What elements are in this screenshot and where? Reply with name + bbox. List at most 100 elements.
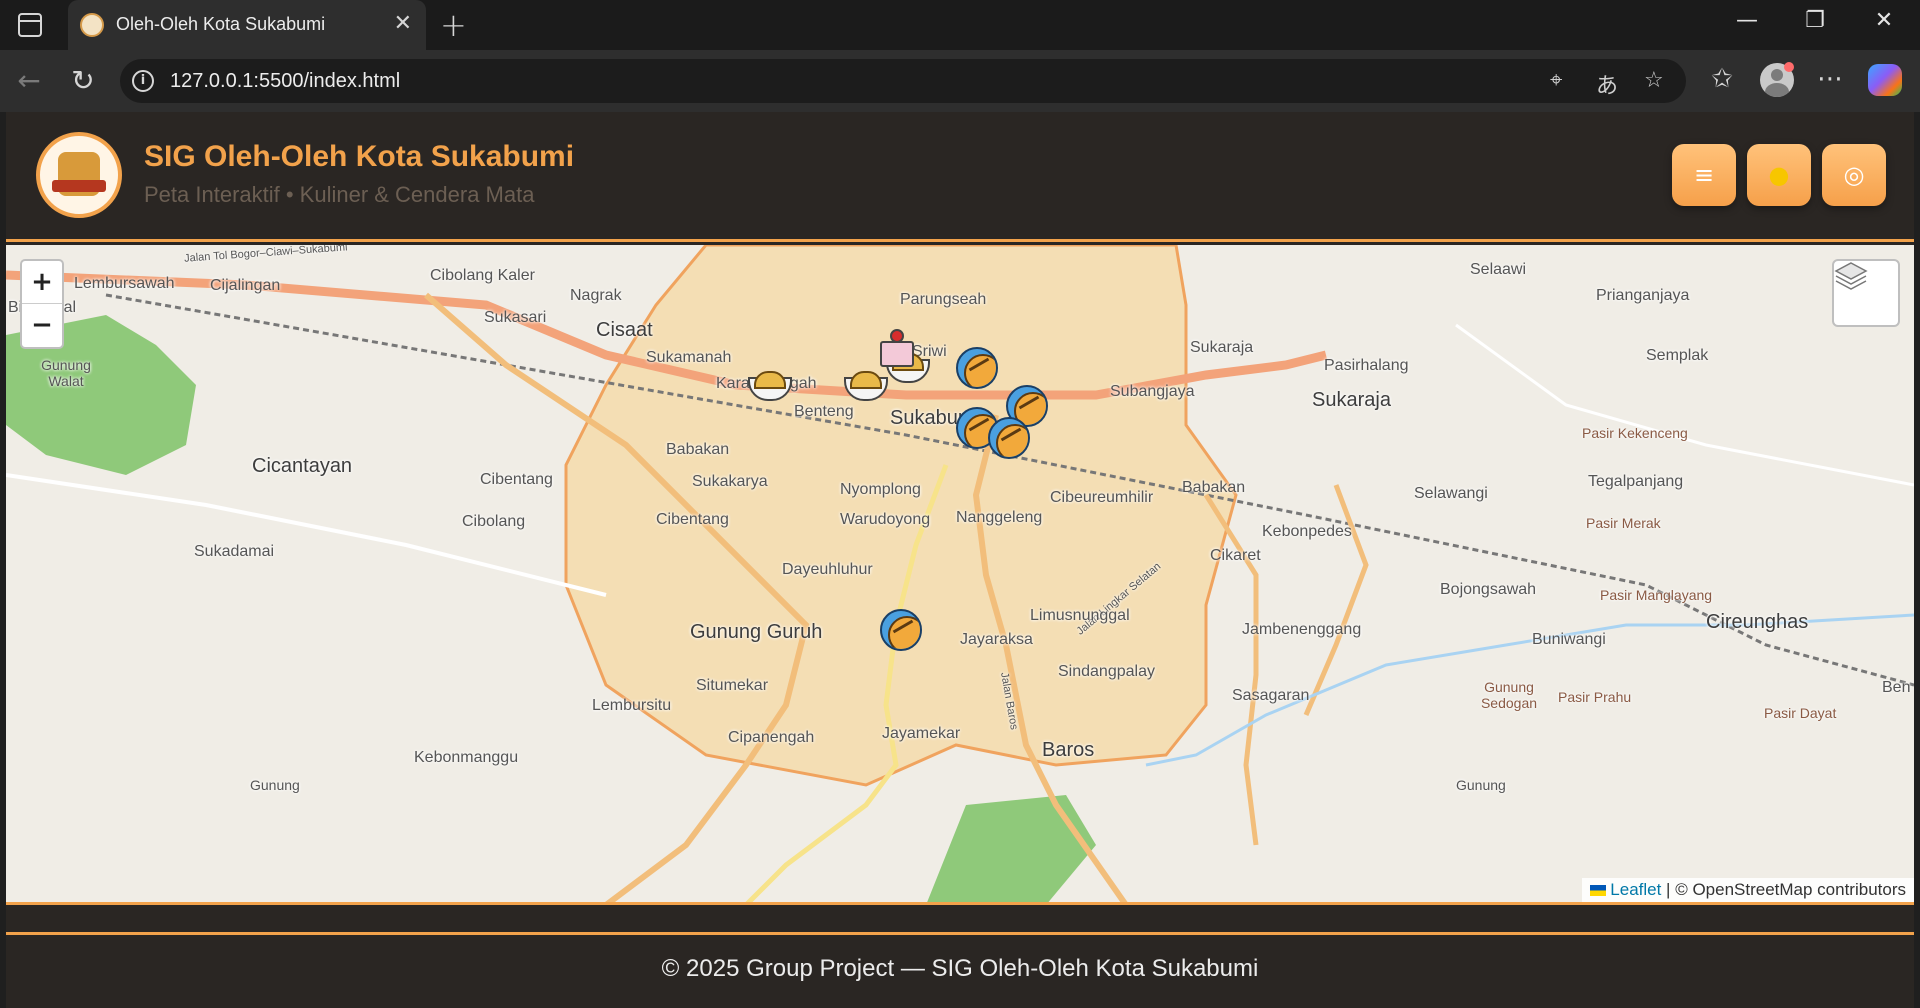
favorite-star-icon[interactable]: ☆ (1644, 68, 1664, 93)
map-label: Sasagaran (1232, 687, 1310, 704)
zoom-control: + − (20, 259, 64, 349)
map-label: Prianganjaya (1596, 287, 1690, 304)
address-bar[interactable]: i 127.0.0.1:5500/index.html ⌖ あ ☆ (120, 59, 1686, 103)
browser-tab[interactable]: Oleh-Oleh Kota Sukabumi ✕ (68, 0, 426, 50)
locate-icon: ◎ (1843, 161, 1865, 189)
map-label: Kebonpedes (1262, 523, 1352, 540)
url-text: 127.0.0.1:5500/index.html (170, 70, 401, 92)
map-label: Pasir Kekenceng (1582, 425, 1688, 441)
map-label: Sukaraja (1312, 389, 1391, 411)
leaflet-link[interactable]: Leaflet (1610, 880, 1661, 899)
map-attribution: Leaflet | © OpenStreetMap contributors (1582, 878, 1914, 902)
map-label: Gunung (250, 777, 300, 793)
minimize-icon[interactable]: — (1727, 8, 1767, 33)
map-label: Gunung Walat (41, 357, 91, 389)
back-icon[interactable]: ← (12, 64, 46, 97)
page-title: SIG Oleh-Oleh Kota Sukabumi (144, 140, 575, 173)
favicon-icon (80, 13, 104, 37)
map-label: Kebonmanggu (414, 749, 519, 766)
cake-marker[interactable] (878, 329, 914, 367)
map-label: Cibeureumhilir (1050, 489, 1154, 506)
map-label: Benteng (794, 403, 854, 420)
footer-text: © 2025 Group Project — SIG Oleh-Oleh Kot… (661, 955, 1259, 982)
more-options-icon[interactable]: ⋯ (1812, 64, 1848, 94)
map-label: Sindangpalay (1058, 663, 1155, 680)
map-label: Semplak (1646, 347, 1709, 364)
map-label: Sukakarya (692, 473, 768, 490)
map-label: Dayeuhluhur (782, 561, 873, 578)
map-label: Cibentang (656, 511, 729, 528)
sidebar-toggle-icon[interactable] (18, 13, 42, 37)
map-label: Tegalpanjang (1588, 473, 1684, 490)
layers-button[interactable] (1832, 259, 1900, 327)
site-info-icon[interactable]: i (132, 70, 154, 92)
map-label: Babakan (1182, 479, 1246, 496)
map-label: Buniwangi (1532, 631, 1606, 648)
menu-icon: ≡ (1693, 161, 1715, 189)
map-label: Lembursitu (592, 697, 672, 714)
map-label: Sukasari (484, 309, 547, 326)
close-window-icon[interactable]: ✕ (1864, 8, 1904, 33)
map-label: Gunung Guruh (690, 621, 823, 643)
map-label: Ben (1882, 679, 1911, 696)
menu-button[interactable]: ≡ (1672, 144, 1736, 206)
map-label: Selawangi (1414, 485, 1488, 502)
map-label: Gunung (1456, 777, 1506, 793)
map-label: Nanggeleng (956, 509, 1043, 526)
favorites-icon[interactable]: ✩ (1704, 64, 1740, 94)
map-label: Cicantayan (252, 455, 353, 477)
map-label: Gunung Sedogan (1480, 679, 1538, 711)
new-tab-icon[interactable]: + (440, 6, 467, 44)
map-label: Pasirhalang (1324, 357, 1409, 374)
theme-toggle-button[interactable]: ● (1747, 144, 1811, 206)
map-label: Baros (1042, 739, 1095, 761)
locate-button[interactable]: ◎ (1822, 144, 1886, 206)
app-header: SIG Oleh-Oleh Kota Sukabumi Peta Interak… (6, 112, 1914, 242)
souvenir-marker[interactable] (844, 369, 888, 401)
map-label: Nyomplong (840, 481, 921, 498)
ukraine-flag-icon (1590, 885, 1607, 896)
footer: © 2025 Group Project — SIG Oleh-Oleh Kot… (6, 932, 1914, 1008)
map-label: Lembursawah (74, 275, 175, 292)
map[interactable]: Jalan Tol Bogor–Ciawi–Sukabumi Lembursaw… (6, 245, 1914, 905)
browser-titlebar: Oleh-Oleh Kota Sukabumi ✕ + — ❐ ✕ (0, 0, 1920, 50)
sun-icon: ● (1768, 161, 1790, 189)
souvenir-marker[interactable] (748, 369, 792, 401)
page: SIG Oleh-Oleh Kota Sukabumi Peta Interak… (6, 112, 1914, 1008)
secondary-road (6, 473, 607, 597)
zoom-in-button[interactable]: + (22, 261, 62, 304)
map-tiles (6, 245, 1914, 902)
zoom-out-button[interactable]: − (22, 304, 62, 347)
park-area (927, 795, 1096, 902)
map-label: Cijalingan (210, 277, 281, 294)
close-tab-icon[interactable]: ✕ (394, 11, 412, 36)
map-label: Babakan (666, 441, 730, 458)
souvenir-marker[interactable] (988, 417, 1030, 459)
reload-icon[interactable]: ↻ (66, 64, 100, 97)
map-label: Cireunghas (1706, 611, 1809, 633)
map-label: Pasir Dayat (1764, 705, 1837, 721)
map-label: Pasir Prahu (1558, 689, 1632, 705)
map-label: Sukaraja (1190, 339, 1254, 356)
map-label: Limusnunggal (1030, 607, 1130, 624)
map-label: Jayamekar (882, 725, 961, 742)
map-label: Bojongsawah (1440, 581, 1537, 598)
tab-title: Oleh-Oleh Kota Sukabumi (116, 14, 326, 34)
souvenir-marker[interactable] (880, 609, 922, 651)
map-label: Cipanengah (728, 729, 815, 746)
souvenir-marker[interactable] (956, 347, 998, 389)
map-label: Situmekar (696, 677, 769, 694)
location-icon[interactable]: ⌖ (1550, 68, 1562, 93)
page-subtitle: Peta Interaktif • Kuliner & Cendera Mata (144, 182, 535, 207)
browser-toolbar: ← ↻ i 127.0.0.1:5500/index.html ⌖ あ ☆ ✩ … (0, 50, 1920, 112)
layers-icon (1834, 262, 1868, 290)
map-label: Pasir Merak (1586, 515, 1661, 531)
translate-icon[interactable]: あ (1596, 68, 1618, 100)
map-label: Jayaraksa (960, 631, 1033, 648)
map-label: Cibolang Kaler (430, 267, 535, 284)
attribution-text: | © OpenStreetMap contributors (1661, 880, 1906, 899)
copilot-icon[interactable] (1868, 64, 1902, 96)
map-label: Pasir Manglayang (1600, 587, 1713, 603)
restore-icon[interactable]: ❐ (1795, 8, 1835, 33)
map-label: Nagrak (570, 287, 622, 304)
